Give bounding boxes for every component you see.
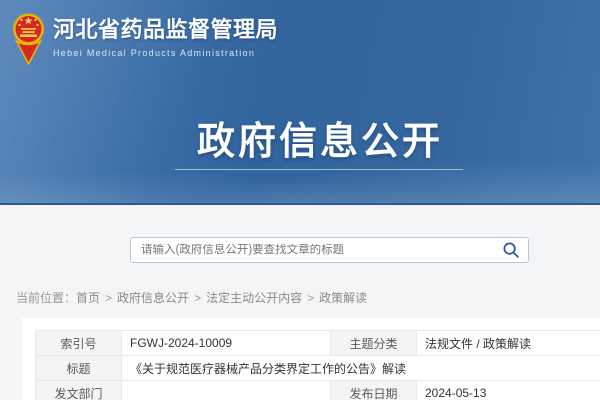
china-national-emblem-icon xyxy=(12,8,45,66)
search-input[interactable] xyxy=(131,244,494,256)
page: 河北省药品监督管理局 Hebei Medical Products Admini… xyxy=(0,0,600,400)
table-row: 索引号 FGWJ-2024-10009 主题分类 法规文件 / 政策解读 xyxy=(36,331,600,356)
category-label: 主题分类 xyxy=(331,331,417,356)
department-value xyxy=(122,381,331,400)
breadcrumb-item-home[interactable]: 首页 xyxy=(76,291,100,305)
search-button[interactable] xyxy=(494,238,528,262)
table-row: 发文部门 发布日期 2024-05-13 xyxy=(36,381,600,400)
article-meta-card: 索引号 FGWJ-2024-10009 主题分类 法规文件 / 政策解读 标题 … xyxy=(22,318,600,400)
page-title: 政府信息公开 xyxy=(197,110,443,165)
title-label: 标题 xyxy=(36,356,122,381)
breadcrumb-item-gov-info[interactable]: 政府信息公开 xyxy=(117,291,189,305)
breadcrumb: 当前位置：首页 > 政府信息公开 > 法定主动公开内容 > 政策解读 xyxy=(16,289,367,306)
breadcrumb-separator: > xyxy=(194,291,201,305)
search-icon xyxy=(502,241,520,259)
breadcrumb-separator: > xyxy=(105,291,112,305)
breadcrumb-prefix: 当前位置： xyxy=(16,291,76,305)
article-meta-table: 索引号 FGWJ-2024-10009 主题分类 法规文件 / 政策解读 标题 … xyxy=(35,330,600,400)
category-value: 法规文件 / 政策解读 xyxy=(417,331,600,356)
site-title: 河北省药品监督管理局 xyxy=(53,15,278,45)
search-box xyxy=(130,237,529,263)
date-value: 2024-05-13 xyxy=(417,381,600,400)
brand-text: 河北省药品监督管理局 Hebei Medical Products Admini… xyxy=(53,15,278,59)
title-value: 《关于规范医疗器械产品分类界定工作的公告》解读 xyxy=(122,356,600,381)
site-brand[interactable]: 河北省药品监督管理局 Hebei Medical Products Admini… xyxy=(12,8,278,66)
page-title-underline xyxy=(175,169,463,170)
index-value: FGWJ-2024-10009 xyxy=(122,331,331,356)
content-area: 当前位置：首页 > 政府信息公开 > 法定主动公开内容 > 政策解读 索引号 FGWJ-20… xyxy=(0,205,600,400)
breadcrumb-separator: > xyxy=(307,291,314,305)
breadcrumb-item-statutory-disclosure[interactable]: 法定主动公开内容 xyxy=(206,291,302,305)
site-subtitle: Hebei Medical Products Administration xyxy=(53,47,278,59)
date-label: 发布日期 xyxy=(331,381,417,400)
department-label: 发文部门 xyxy=(36,381,122,400)
breadcrumb-item-policy-interpretation[interactable]: 政策解读 xyxy=(319,291,367,305)
table-row: 标题 《关于规范医疗器械产品分类界定工作的公告》解读 xyxy=(36,356,600,381)
site-header: 河北省药品监督管理局 Hebei Medical Products Admini… xyxy=(0,0,600,205)
index-label: 索引号 xyxy=(36,331,122,356)
